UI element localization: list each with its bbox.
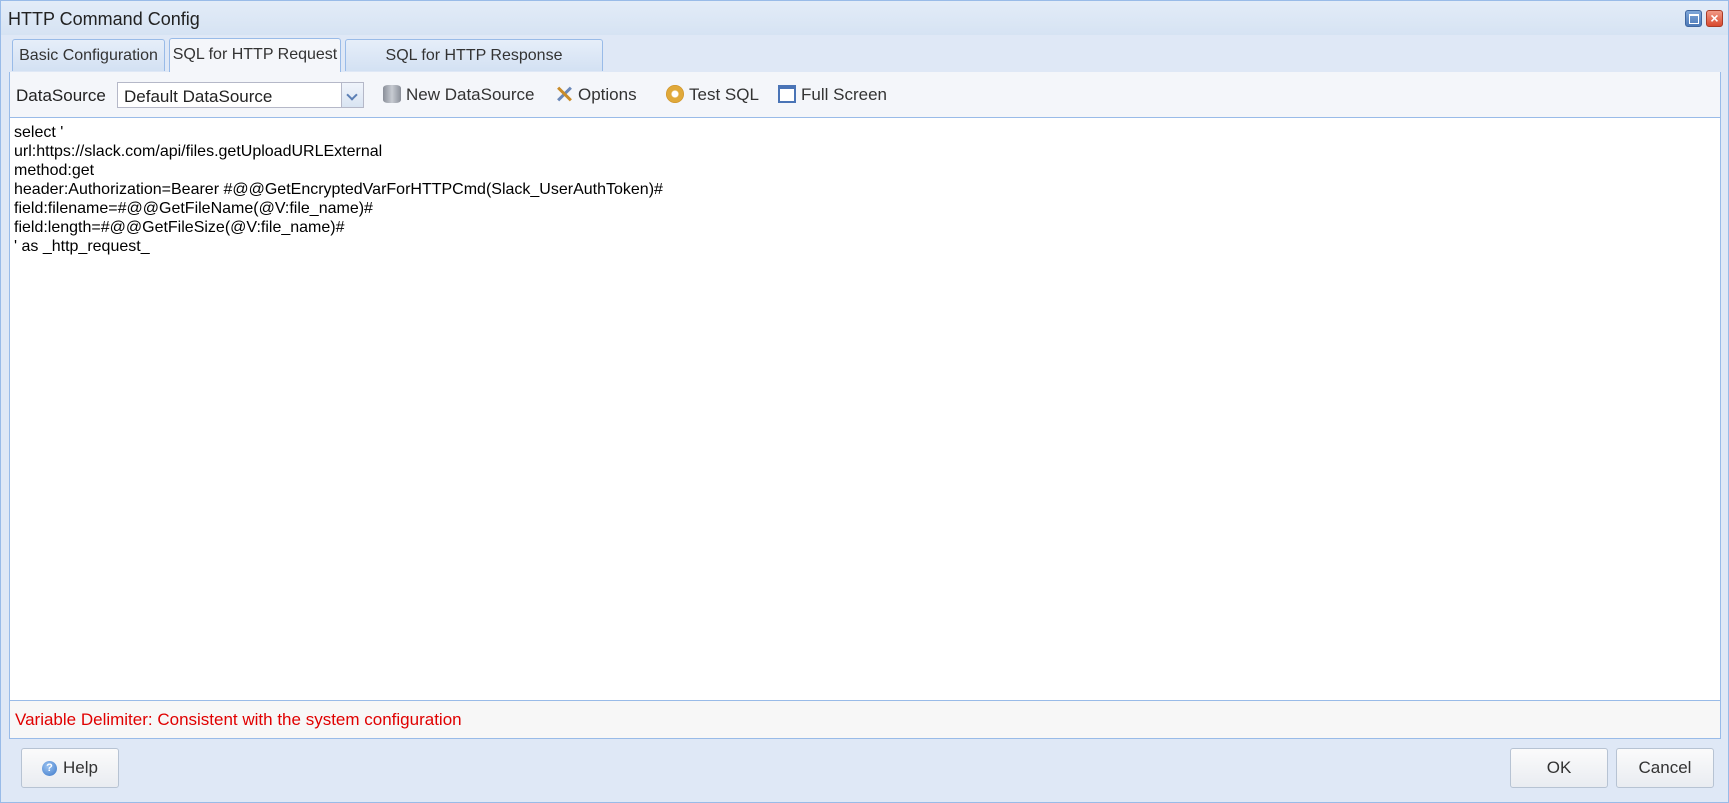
datasource-select-value: Default DataSource [124, 87, 273, 106]
options-button[interactable]: Options [555, 84, 650, 106]
tab-panel: DataSource Default DataSource New DataSo… [9, 72, 1721, 739]
sql-editor[interactable]: select ' url:https://slack.com/api/files… [10, 118, 1720, 700]
code-line: header:Authorization=Bearer #@@GetEncryp… [14, 181, 663, 198]
options-label: Options [578, 85, 637, 104]
full-screen-button[interactable]: Full Screen [778, 84, 898, 106]
ok-button[interactable]: OK [1510, 748, 1608, 788]
toolbar: DataSource Default DataSource New DataSo… [10, 72, 1720, 118]
test-sql-button[interactable]: Test SQL [666, 84, 766, 106]
tab-strip: Basic Configuration SQL for HTTP Request… [9, 37, 1721, 96]
cancel-button[interactable]: Cancel [1616, 748, 1714, 788]
help-icon: ? [42, 761, 58, 777]
test-sql-label: Test SQL [689, 85, 759, 104]
full-screen-label: Full Screen [801, 85, 887, 104]
datasource-select[interactable]: Default DataSource [117, 82, 364, 108]
code-line: select ' [14, 124, 64, 141]
maximize-icon[interactable] [1685, 10, 1702, 27]
new-datasource-button[interactable]: New DataSource [383, 84, 543, 106]
database-icon [383, 85, 401, 103]
tools-icon [555, 85, 573, 103]
window-icon [778, 85, 796, 103]
tab-sql-for-http-request[interactable]: SQL for HTTP Request [169, 38, 341, 73]
dialog-window: HTTP Command Config × Basic Configuratio… [0, 0, 1729, 803]
status-bar: Variable Delimiter: Consistent with the … [10, 700, 1720, 738]
close-icon[interactable]: × [1706, 10, 1723, 27]
datasource-label: DataSource [16, 86, 106, 105]
code-line: field:filename=#@@GetFileName(@V:file_na… [14, 200, 373, 217]
code-line: ' as _http_request_ [14, 238, 150, 255]
help-button[interactable]: ? Help [21, 748, 119, 788]
gear-icon [666, 85, 684, 103]
code-line: field:length=#@@GetFileSize(@V:file_name… [14, 219, 345, 236]
dialog-footer: ? Help OK Cancel [1, 739, 1728, 802]
code-line: url:https://slack.com/api/files.getUploa… [14, 143, 383, 160]
code-line: method:get [14, 162, 95, 179]
chevron-down-icon[interactable] [341, 83, 363, 107]
tab-basic-configuration[interactable]: Basic Configuration [12, 39, 165, 71]
help-label: Help [63, 758, 98, 777]
dialog-title: HTTP Command Config [8, 9, 200, 29]
title-bar[interactable]: HTTP Command Config × [1, 1, 1728, 35]
tab-sql-for-http-response-processing[interactable]: SQL for HTTP Response Processing [345, 39, 603, 96]
new-datasource-label: New DataSource [406, 85, 535, 104]
variable-delimiter-status: Variable Delimiter: Consistent with the … [15, 710, 462, 729]
